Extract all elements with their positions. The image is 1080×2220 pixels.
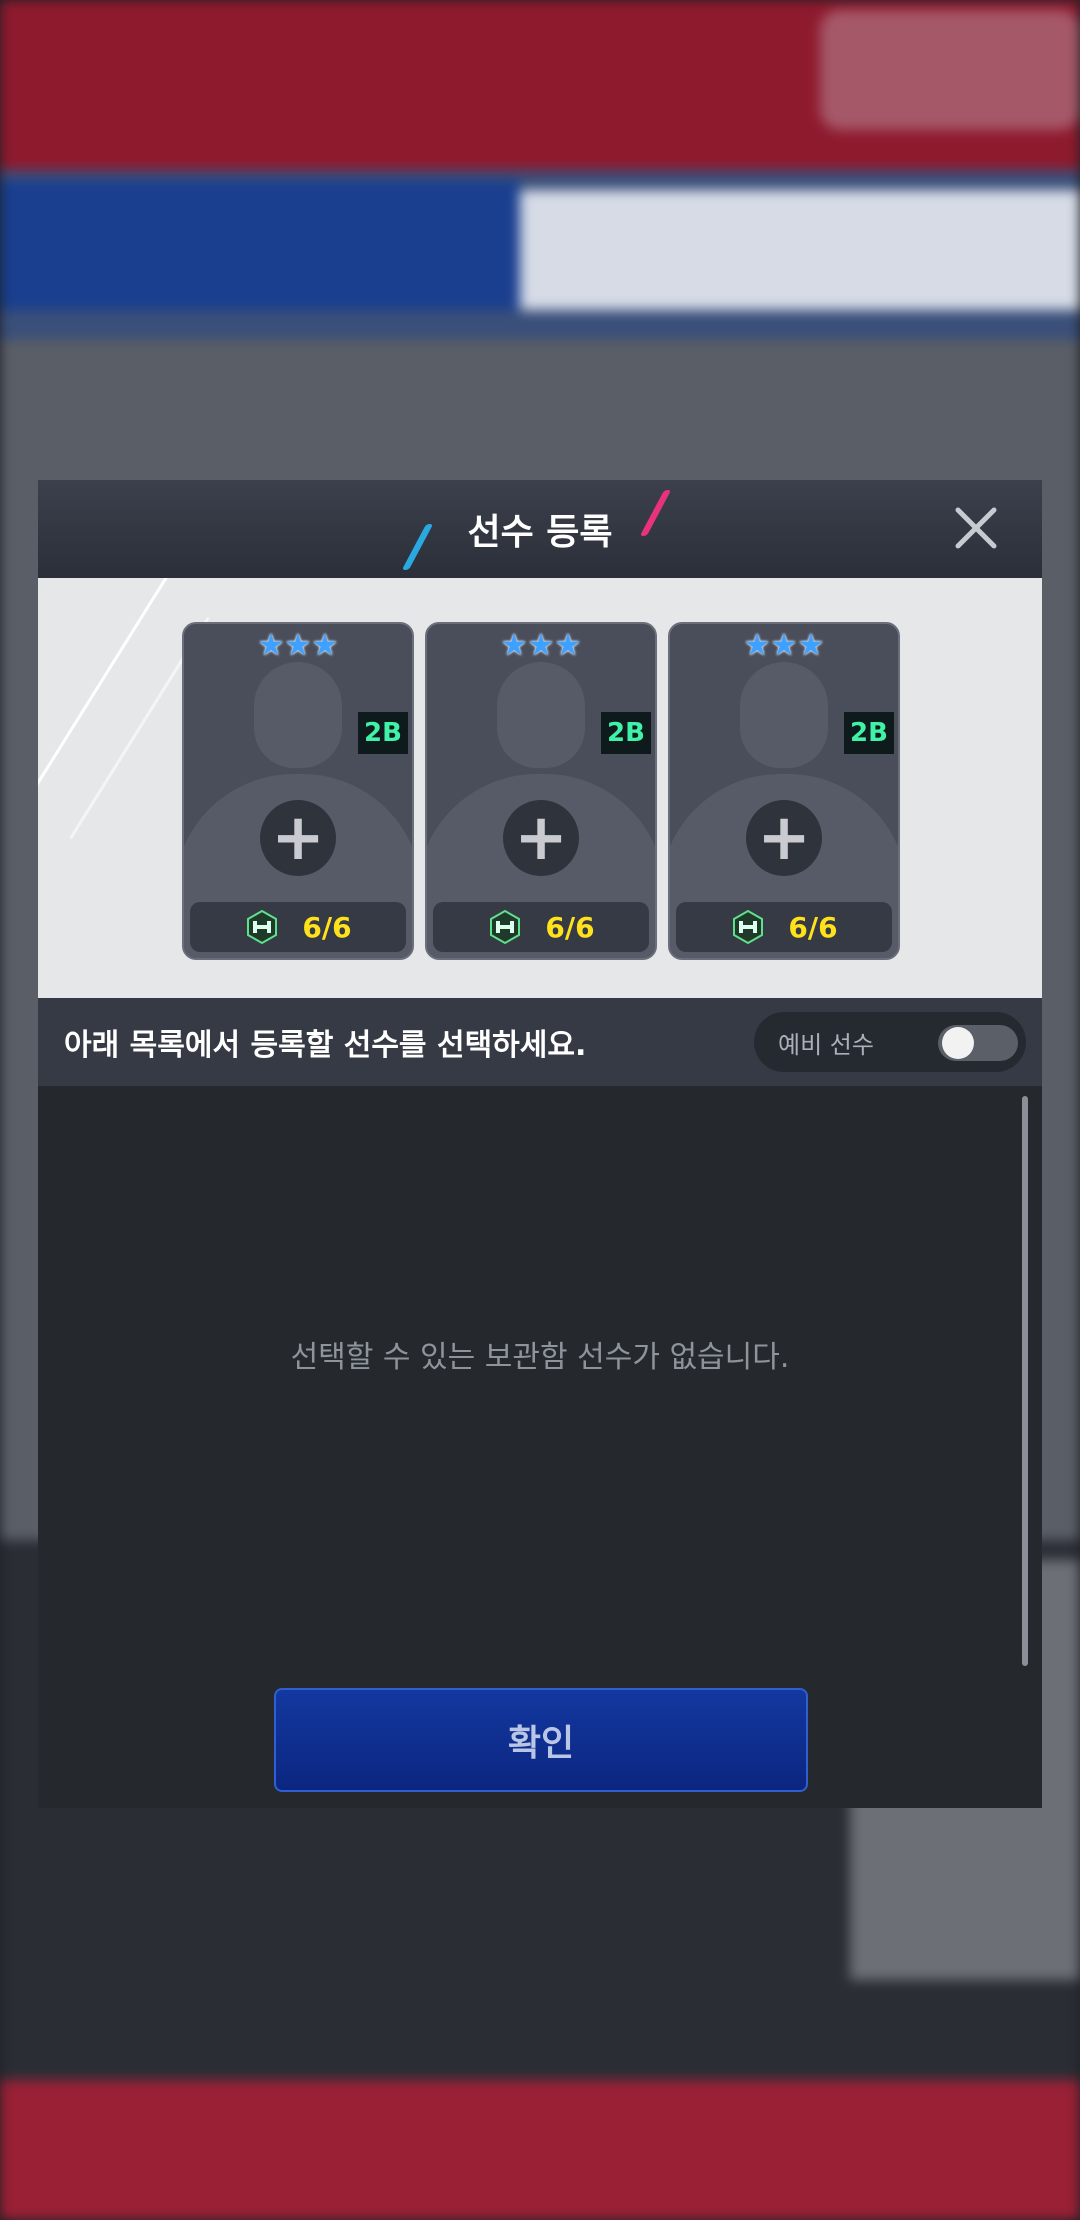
- add-player-button[interactable]: +: [503, 800, 579, 876]
- player-slot-3[interactable]: ★★★ 2B + 6/6: [668, 622, 900, 960]
- position-badge: 2B: [601, 712, 651, 754]
- reserve-player-toggle[interactable]: [938, 1025, 1018, 1061]
- player-slot-1[interactable]: ★★★ 2B + 6/6: [182, 622, 414, 960]
- confirm-button[interactable]: 확인: [274, 1688, 808, 1792]
- empty-list-message: 선택할 수 있는 보관함 선수가 없습니다.: [290, 1340, 790, 1375]
- plus-icon: +: [271, 801, 325, 875]
- slot-count: 6/6: [302, 910, 352, 944]
- position-badge: 2B: [844, 712, 894, 754]
- modal-header: 선수 등록: [38, 480, 1042, 578]
- bg-white-panel: [520, 190, 1080, 310]
- bg-blue-panel: [0, 180, 520, 310]
- card-footer: 6/6: [433, 902, 649, 952]
- star-rating: ★★★: [500, 628, 582, 663]
- stat-hexagon-icon: [490, 909, 521, 945]
- confirm-button-label: 확인: [507, 1723, 575, 1764]
- stat-hexagon-icon: [733, 909, 764, 945]
- plus-icon: +: [757, 801, 811, 875]
- title-slash-left: [401, 524, 434, 570]
- instruction-text: 아래 목록에서 등록할 선수를 선택하세요.: [64, 1028, 587, 1063]
- selected-players-area: ★★★ 2B + 6/6 ★★★ 2B + 6/6 ★★★ 2B + 6/6: [38, 578, 1042, 998]
- toggle-knob: [942, 1027, 974, 1059]
- bg-top-badge: [820, 10, 1080, 130]
- close-button[interactable]: [950, 502, 1002, 554]
- close-icon: [955, 507, 997, 549]
- bg-bottom-bar: [0, 2080, 1080, 2220]
- decor-line: [38, 578, 174, 790]
- title-slash-right: [639, 490, 672, 536]
- reserve-toggle-label: 예비 선수: [778, 1030, 874, 1059]
- add-player-button[interactable]: +: [746, 800, 822, 876]
- instruction-bar: 아래 목록에서 등록할 선수를 선택하세요. 예비 선수: [38, 998, 1042, 1086]
- plus-icon: +: [514, 801, 568, 875]
- player-registration-modal: 선수 등록 ★★★ 2B + 6/6 ★★★ 2B + 6/6 ★★★ 2B +…: [38, 480, 1042, 1808]
- card-footer: 6/6: [190, 902, 406, 952]
- modal-title: 선수 등록: [467, 512, 613, 553]
- card-footer: 6/6: [676, 902, 892, 952]
- list-scrollbar[interactable]: [1022, 1096, 1028, 1666]
- player-slot-2[interactable]: ★★★ 2B + 6/6: [425, 622, 657, 960]
- reserve-toggle-group: 예비 선수: [754, 1012, 1026, 1072]
- add-player-button[interactable]: +: [260, 800, 336, 876]
- silhouette-head: [254, 662, 342, 768]
- slot-count: 6/6: [545, 910, 595, 944]
- silhouette-head: [497, 662, 585, 768]
- position-badge: 2B: [358, 712, 408, 754]
- star-rating: ★★★: [257, 628, 339, 663]
- star-rating: ★★★: [743, 628, 825, 663]
- slot-count: 6/6: [788, 910, 838, 944]
- silhouette-head: [740, 662, 828, 768]
- stat-hexagon-icon: [247, 909, 278, 945]
